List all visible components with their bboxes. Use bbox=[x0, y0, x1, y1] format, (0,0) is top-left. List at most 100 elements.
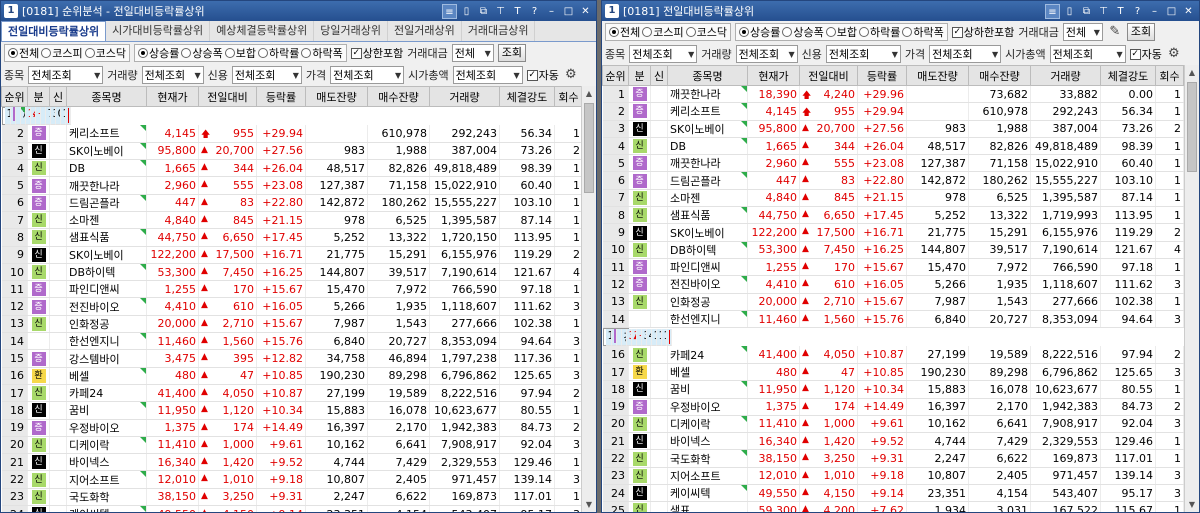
credit-select[interactable]: 전체조회 ▼ bbox=[231, 66, 302, 84]
stock-name[interactable]: 디케이락 bbox=[670, 418, 710, 431]
minimize-icon[interactable]: – bbox=[1147, 4, 1162, 19]
column-header[interactable]: 전일대비 bbox=[198, 86, 257, 107]
stock-name[interactable]: SK이노베이 bbox=[69, 145, 124, 158]
stock-name-cell[interactable]: DB하이텍 bbox=[667, 241, 748, 259]
tab-trade-amount[interactable]: 거래대금상위 bbox=[462, 21, 536, 41]
tab-prev-volume[interactable]: 전일거래상위 bbox=[388, 21, 462, 41]
table-row[interactable]: 2 증 케리소프트 4,145 🡅 955 +29.94 610,978 292,243 56.3… bbox=[1, 125, 596, 143]
stock-name-cell[interactable]: 인화정공 bbox=[667, 293, 748, 311]
column-header[interactable]: 거래량 bbox=[1030, 65, 1101, 86]
table-row[interactable]: 12 증 전진바이오 4,410 ▲ 610 +16.05 5,266 1,935 1,118,6… bbox=[1, 297, 596, 316]
window-icon[interactable]: ⧉ bbox=[476, 4, 491, 19]
stock-name-cell[interactable]: 우정바이오 bbox=[667, 398, 748, 416]
stock-name[interactable]: 케리소프트 bbox=[670, 105, 721, 118]
table-row[interactable]: 5 증 깨끗한나라 2,960 ▲ 555 +23.08 127,387 71,158 15,02… bbox=[1, 176, 596, 195]
table-row[interactable]: 14 한선엔지니 11,460 ▲ 1,560 +15.76 6,840 20,727 8,35… bbox=[602, 310, 1199, 329]
market-kospi-radio[interactable]: 코스피 bbox=[41, 45, 83, 61]
table-row[interactable]: 16 신 카페24 41,400 ▲ 4,050 +10.87 27,199 19,589 8,2… bbox=[602, 346, 1199, 364]
stock-name[interactable]: 케리소프트 bbox=[69, 127, 120, 140]
table-row[interactable]: 13 신 인화정공 20,000 ▲ 2,710 +15.67 7,987 1,543 277,6… bbox=[602, 293, 1199, 311]
stock-name[interactable]: 우정바이오 bbox=[670, 401, 721, 414]
stock-name[interactable]: 국도화학 bbox=[670, 453, 710, 466]
tab-expected-rate[interactable]: 예상체결등락률상위 bbox=[210, 21, 315, 41]
stock-name-cell[interactable]: 우정바이오 bbox=[66, 419, 147, 437]
stock-name-cell[interactable]: 소마젠 bbox=[667, 189, 748, 208]
column-header[interactable]: 전일대비 bbox=[799, 65, 858, 86]
stock-name[interactable]: 샘표식품 bbox=[670, 209, 710, 222]
table-row[interactable]: 8 신 샘표식품 44,750 ▲ 6,650 +17.45 5,252 13,322 1,719… bbox=[602, 206, 1199, 225]
stock-name[interactable]: 인화정공 bbox=[670, 296, 710, 309]
column-header[interactable]: 회수 bbox=[1155, 65, 1184, 86]
cap-select[interactable]: 전체조회 ▼ bbox=[1049, 45, 1126, 63]
stock-name-cell[interactable]: 국도화학 bbox=[66, 488, 147, 507]
stock-name[interactable]: 깨끗한나라 bbox=[670, 88, 721, 101]
market-all-radio[interactable]: 전체 bbox=[609, 24, 640, 40]
column-header[interactable]: 회수 bbox=[554, 86, 583, 107]
item-select[interactable]: 전체조회 ▼ bbox=[629, 45, 698, 63]
table-row[interactable]: 10 신 DB하이텍 53,300 ▲ 7,450 +16.25 144,807 39,517 7… bbox=[1, 263, 596, 282]
auto-checkbox[interactable]: ✓ 자동 bbox=[1129, 46, 1162, 62]
table-row[interactable]: 9 신 SK이노베이 122,200 ▲ 17,500 +16.71 21,775 15,291… bbox=[602, 223, 1199, 242]
kind-rise-rate-radio[interactable]: 상승률 bbox=[138, 45, 179, 61]
stock-name-cell[interactable]: 샘표 bbox=[667, 501, 748, 512]
stock-name[interactable]: DB하이텍 bbox=[670, 244, 716, 257]
stock-name-cell[interactable]: DB bbox=[667, 137, 748, 156]
column-header[interactable]: 등락률 bbox=[256, 86, 306, 107]
table-row[interactable]: 18 신 꿈비 11,950 ▲ 1,120 +10.34 15,883 16,078 10,62… bbox=[602, 380, 1199, 399]
scroll-thumb[interactable] bbox=[1187, 82, 1197, 172]
volume-select[interactable]: 전체조회 ▼ bbox=[735, 45, 798, 63]
stock-name[interactable]: 깨끗한나라 bbox=[670, 157, 721, 170]
stock-name-cell[interactable]: 드림곤플라 bbox=[66, 194, 147, 212]
stock-name[interactable]: 바이넥스 bbox=[670, 435, 710, 448]
table-row[interactable]: 15증강스템바이3,475▲395+12.8234,75846,8941,797… bbox=[602, 328, 672, 347]
stock-name[interactable]: DB bbox=[670, 140, 686, 153]
table-row[interactable]: 2 증 케리소프트 4,145 🡅 955 +29.94 610,978 292,243 56.3… bbox=[602, 102, 1199, 121]
stock-name-cell[interactable]: 샘표식품 bbox=[667, 206, 748, 225]
stock-name[interactable]: 디케이락 bbox=[69, 439, 109, 452]
table-row[interactable]: 11 증 파인디앤씨 1,255 ▲ 170 +15.67 15,470 7,972 766,59… bbox=[602, 258, 1199, 277]
vertical-scrollbar[interactable]: ▲ ▼ bbox=[581, 86, 596, 512]
table-row[interactable]: 12 증 전진바이오 4,410 ▲ 610 +16.05 5,266 1,935 1,118,6… bbox=[602, 275, 1199, 294]
stock-name-cell[interactable]: 바이넥스 bbox=[66, 453, 147, 472]
table-row[interactable]: 25 신 샘표 59,300 ▲ 4,200 +7.62 1,934 3,031 167,522 1… bbox=[602, 501, 1199, 512]
column-header[interactable]: 순위 bbox=[1, 86, 28, 107]
stock-name[interactable]: 파인디앤씨 bbox=[670, 261, 721, 274]
column-header[interactable]: 순위 bbox=[602, 65, 629, 86]
stock-name[interactable]: 드림곤플라 bbox=[69, 197, 120, 210]
minimize-icon[interactable]: – bbox=[544, 4, 559, 19]
volume-select[interactable]: 전체조회 ▼ bbox=[141, 66, 204, 84]
stock-name-cell[interactable]: SK이노베이 bbox=[667, 120, 748, 138]
kind-flat-radio[interactable]: 보합 bbox=[825, 24, 857, 40]
stock-name-cell[interactable]: 케이씨텍 bbox=[66, 505, 147, 512]
stock-name-cell[interactable]: 인화정공 bbox=[66, 315, 147, 334]
table-row[interactable]: 7 신 소마젠 4,840 ▲ 845 +21.15 978 6,525 1,395,587 87.… bbox=[1, 211, 596, 230]
table-row[interactable]: 1증깨끗한나라18,390🡅4,240+29.9673,68233,8820.0… bbox=[602, 85, 1199, 104]
scroll-thumb[interactable] bbox=[584, 103, 594, 193]
stock-name-cell[interactable]: 케리소프트 bbox=[667, 102, 748, 121]
stock-name-cell[interactable]: 전진바이오 bbox=[66, 297, 147, 316]
stock-name[interactable]: 국도화학 bbox=[69, 491, 109, 504]
table-row[interactable]: 6 증 드림곤플라 447 ▲ 83 +22.80 142,872 180,262 15,555,… bbox=[1, 194, 596, 212]
table-row[interactable]: 1증깨끗한나라18,390🡅4,240+29.9673,68233,8820.0… bbox=[1, 107, 71, 125]
stock-name[interactable]: 드림곤플라 bbox=[670, 175, 721, 188]
table-row[interactable]: 24신 케이씨텍 49,550▲ 4,150+9.1423,3514,154543,4… bbox=[1, 505, 596, 512]
stock-name[interactable]: 강스템바이 bbox=[69, 353, 120, 366]
scroll-up-icon[interactable]: ▲ bbox=[1185, 65, 1199, 80]
vertical-scrollbar[interactable]: ▲ ▼ bbox=[1184, 65, 1199, 512]
stock-name-cell[interactable]: 한선엔지니 bbox=[667, 310, 748, 329]
stock-name-cell[interactable]: 꿈비 bbox=[66, 401, 147, 420]
stock-name[interactable]: DB하이텍 bbox=[69, 266, 115, 279]
column-header[interactable]: 거래량 bbox=[429, 86, 500, 107]
stock-name[interactable]: SK이노베이 bbox=[69, 249, 124, 262]
table-row[interactable]: 17 신 카페24 41,400 ▲ 4,050 +10.87 27,199 19,589 8,2… bbox=[1, 384, 596, 403]
stock-name-cell[interactable]: 카페24 bbox=[66, 384, 147, 403]
table-row[interactable]: 7 신 소마젠 4,840 ▲ 845 +21.15 978 6,525 1,395,587 87.… bbox=[602, 189, 1199, 208]
maximize-icon[interactable]: □ bbox=[1164, 4, 1179, 19]
scroll-down-icon[interactable]: ▼ bbox=[582, 497, 596, 512]
kind-rise-amount-radio[interactable]: 상승폭 bbox=[782, 24, 824, 40]
table-row[interactable]: 19 증 우정바이오 1,375 ▲ 174 +14.49 16,397 2,170 1,942,… bbox=[1, 419, 596, 437]
stock-name[interactable]: 소마젠 bbox=[670, 192, 700, 205]
table-row[interactable]: 6 증 드림곤플라 447 ▲ 83 +22.80 142,872 180,262 15,555,… bbox=[602, 171, 1199, 190]
stock-name[interactable]: SK이노베이 bbox=[670, 123, 725, 136]
kind-flat-radio[interactable]: 보합 bbox=[224, 45, 256, 61]
